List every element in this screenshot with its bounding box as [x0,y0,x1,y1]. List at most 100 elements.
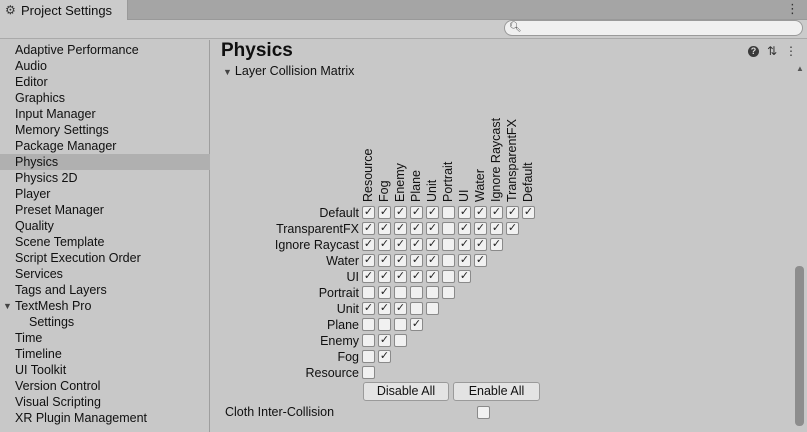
search-input[interactable]: 🔍︎ [504,20,803,36]
collision-checkbox[interactable]: ✓ [522,206,535,219]
collision-checkbox[interactable]: ✓ [474,254,487,267]
collision-checkbox[interactable]: ✓ [362,302,375,315]
collision-checkbox[interactable] [378,318,391,331]
collision-checkbox[interactable] [442,222,455,235]
sidebar-item-player[interactable]: Player [0,186,210,202]
collision-checkbox[interactable]: ✓ [378,206,391,219]
collision-checkbox[interactable]: ✓ [394,302,407,315]
collision-checkbox[interactable]: ✓ [426,254,439,267]
sidebar-item-graphics[interactable]: Graphics [0,90,210,106]
collision-checkbox[interactable]: ✓ [378,334,391,347]
collision-checkbox[interactable]: ✓ [362,222,375,235]
collision-checkbox[interactable]: ✓ [378,254,391,267]
help-icon[interactable]: ? [747,45,759,57]
collision-checkbox[interactable]: ✓ [394,270,407,283]
sidebar-item-textmesh-pro[interactable]: ▼ TextMesh Pro [0,298,210,314]
collision-checkbox[interactable] [362,318,375,331]
collision-checkbox[interactable] [362,334,375,347]
sidebar-item-ui-toolkit[interactable]: UI Toolkit [0,362,210,378]
collision-checkbox[interactable]: ✓ [506,222,519,235]
collision-checkbox[interactable] [442,206,455,219]
vertical-scrollbar[interactable]: ▲ [793,64,807,432]
tab-project-settings[interactable]: ⚙ Project Settings [0,0,128,20]
collision-checkbox[interactable] [442,270,455,283]
collision-checkbox[interactable]: ✓ [474,222,487,235]
collision-checkbox[interactable] [362,350,375,363]
collision-checkbox[interactable]: ✓ [474,238,487,251]
cloth-inter-collision-checkbox[interactable] [477,406,490,419]
collision-checkbox[interactable] [394,334,407,347]
collision-checkbox[interactable] [362,366,375,379]
more-options-icon[interactable]: ⋮ [785,45,797,57]
more-options-icon[interactable]: ⋮ [786,1,799,17]
collision-checkbox[interactable]: ✓ [410,238,423,251]
collision-checkbox[interactable]: ✓ [378,286,391,299]
collision-checkbox[interactable]: ✓ [394,222,407,235]
collision-checkbox[interactable]: ✓ [506,206,519,219]
collision-checkbox[interactable] [394,286,407,299]
collision-checkbox[interactable]: ✓ [394,254,407,267]
scroll-thumb[interactable] [795,266,804,426]
sidebar-item-visual-scripting[interactable]: Visual Scripting [0,394,210,410]
sidebar-item-version-control[interactable]: Version Control [0,378,210,394]
collision-checkbox[interactable]: ✓ [458,270,471,283]
collision-checkbox[interactable]: ✓ [458,206,471,219]
sidebar-item-time[interactable]: Time [0,330,210,346]
collision-checkbox[interactable]: ✓ [410,254,423,267]
sidebar-item-preset-manager[interactable]: Preset Manager [0,202,210,218]
sidebar-item-timeline[interactable]: Timeline [0,346,210,362]
collision-checkbox[interactable]: ✓ [362,206,375,219]
sidebar-item-audio[interactable]: Audio [0,58,210,74]
collision-checkbox[interactable] [442,238,455,251]
collision-checkbox[interactable]: ✓ [490,238,503,251]
sidebar-item-editor[interactable]: Editor [0,74,210,90]
sidebar-item-script-execution-order[interactable]: Script Execution Order [0,250,210,266]
collision-checkbox[interactable]: ✓ [426,222,439,235]
scroll-up-icon[interactable]: ▲ [796,64,804,73]
collision-checkbox[interactable]: ✓ [410,270,423,283]
collision-checkbox[interactable]: ✓ [378,238,391,251]
sidebar-item-scene-template[interactable]: Scene Template [0,234,210,250]
collision-checkbox[interactable]: ✓ [394,206,407,219]
disable-all-button[interactable]: Disable All [363,382,449,401]
collision-checkbox[interactable]: ✓ [410,206,423,219]
sidebar-item-settings[interactable]: Settings [0,314,210,330]
sidebar-item-xr-plugin-management[interactable]: XR Plugin Management [0,410,210,426]
sidebar-item-services[interactable]: Services [0,266,210,282]
collision-checkbox[interactable] [410,286,423,299]
collision-checkbox[interactable]: ✓ [362,238,375,251]
collision-checkbox[interactable] [394,318,407,331]
collision-checkbox[interactable] [442,286,455,299]
fold-expanded-icon[interactable]: ▼ [3,298,12,314]
sidebar-item-adaptive-performance[interactable]: Adaptive Performance [0,42,210,58]
collision-checkbox[interactable]: ✓ [362,254,375,267]
sidebar-item-package-manager[interactable]: Package Manager [0,138,210,154]
collision-checkbox[interactable]: ✓ [410,318,423,331]
collision-checkbox[interactable]: ✓ [426,270,439,283]
collision-checkbox[interactable]: ✓ [458,254,471,267]
sidebar-item-input-manager[interactable]: Input Manager [0,106,210,122]
sidebar-item-tags-and-layers[interactable]: Tags and Layers [0,282,210,298]
collision-checkbox[interactable] [362,286,375,299]
collision-checkbox[interactable]: ✓ [362,270,375,283]
collision-checkbox[interactable] [426,286,439,299]
collision-checkbox[interactable]: ✓ [378,270,391,283]
sidebar-item-memory-settings[interactable]: Memory Settings [0,122,210,138]
collision-checkbox[interactable]: ✓ [426,206,439,219]
collision-checkbox[interactable]: ✓ [458,238,471,251]
sidebar-item-physics-2d[interactable]: Physics 2D [0,170,210,186]
collision-checkbox[interactable]: ✓ [474,206,487,219]
layer-collision-foldout[interactable]: ▼ Layer Collision Matrix [223,64,354,79]
enable-all-button[interactable]: Enable All [453,382,540,401]
collision-checkbox[interactable]: ✓ [378,302,391,315]
collision-checkbox[interactable]: ✓ [490,222,503,235]
collision-checkbox[interactable]: ✓ [410,222,423,235]
collision-checkbox[interactable]: ✓ [394,238,407,251]
collision-checkbox[interactable]: ✓ [378,350,391,363]
collision-checkbox[interactable]: ✓ [426,238,439,251]
settings-sliders-icon[interactable]: ⇅ [767,45,777,57]
collision-checkbox[interactable] [426,302,439,315]
collision-checkbox[interactable]: ✓ [490,206,503,219]
collision-checkbox[interactable] [410,302,423,315]
sidebar-item-physics[interactable]: Physics [0,154,210,170]
